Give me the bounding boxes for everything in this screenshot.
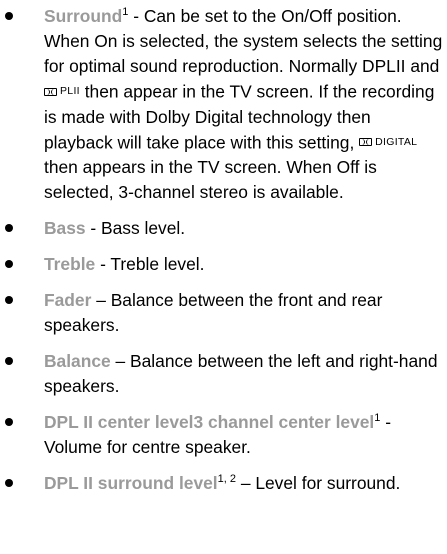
description-text: – Level for sur­round. xyxy=(236,473,401,493)
term-center-level: DPL II center level3 channel center leve… xyxy=(44,412,375,432)
term-balance: Balance xyxy=(44,351,111,371)
footnote-ref: 1, 2 xyxy=(217,473,236,486)
list-item-bass: Bass - Bass level. xyxy=(0,216,447,241)
term-surround: Surround xyxy=(44,6,123,26)
dolby-double-d-icon xyxy=(359,138,373,146)
bullet-icon xyxy=(5,12,13,20)
term-treble: Treble xyxy=(44,254,96,274)
dolby-double-d-icon xyxy=(44,87,57,96)
bullet-icon xyxy=(5,296,13,304)
list-item-surround: Surround1 - Can be set to the On/Off pos… xyxy=(0,4,447,205)
term-bass: Bass xyxy=(44,218,86,238)
description-text: - Bass level. xyxy=(85,218,186,238)
description-text: - Treble level. xyxy=(95,254,205,274)
bullet-icon xyxy=(5,224,13,232)
list-item-treble: Treble - Treble level. xyxy=(0,252,447,277)
list-item-fader: Fader – Balance between the front and re… xyxy=(0,288,447,338)
term-surround-level: DPL II surround level xyxy=(44,473,218,493)
dolby-digital-logo: DIGITAL xyxy=(359,130,417,155)
term-fader: Fader xyxy=(44,290,92,310)
settings-list: Surround1 - Can be set to the On/Off pos… xyxy=(0,0,447,496)
bullet-icon xyxy=(5,357,13,365)
dolby-plii-logo: PLII xyxy=(44,79,80,104)
list-item-surround-level: DPL II surround level1, 2 – Level for su… xyxy=(0,471,447,496)
bullet-icon xyxy=(5,479,13,487)
description-text: then appears in the TV screen. When Off … xyxy=(44,157,377,202)
bullet-icon xyxy=(5,418,13,426)
description-text: – Balance between the front and rear spe… xyxy=(44,290,383,335)
list-item-center-level: DPL II center level3 channel center leve… xyxy=(0,410,447,460)
bullet-icon xyxy=(5,260,13,268)
list-item-balance: Balance – Balance between the left and r… xyxy=(0,349,447,399)
